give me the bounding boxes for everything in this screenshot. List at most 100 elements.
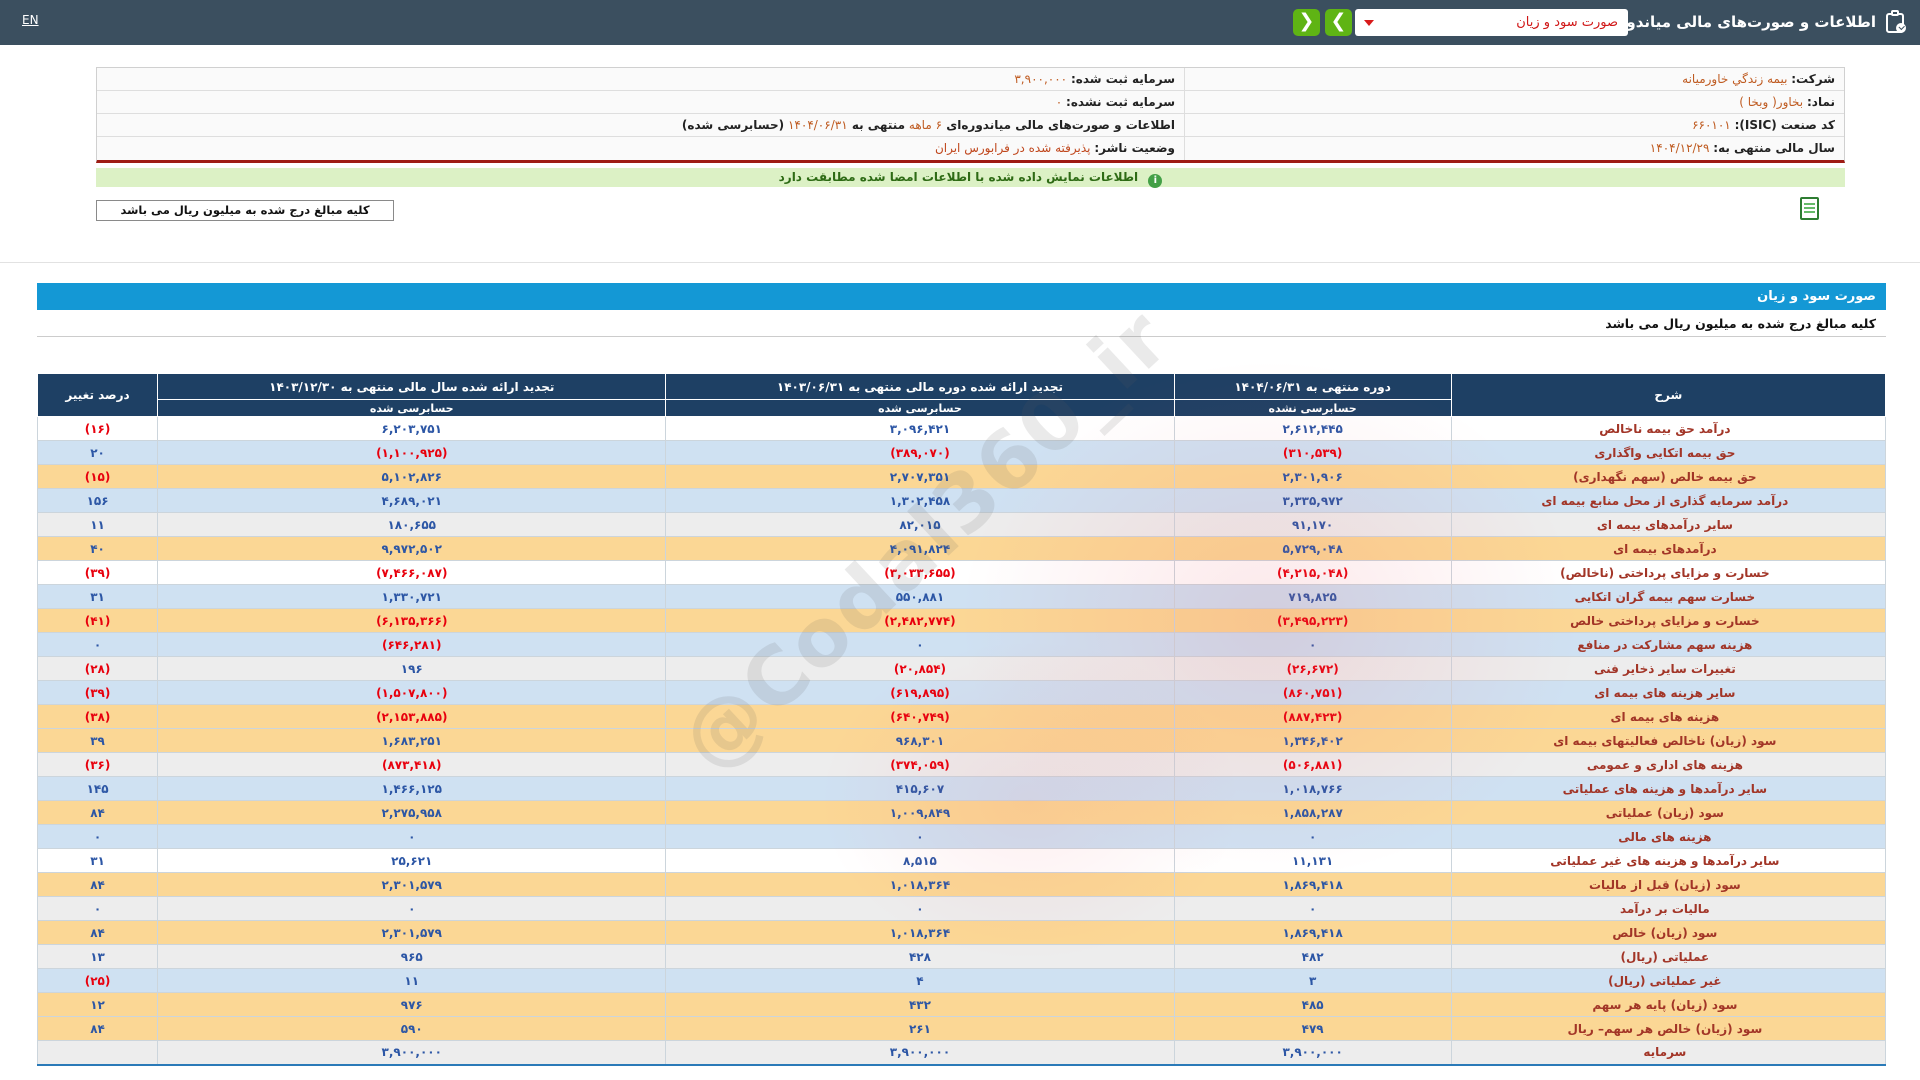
value-restated-year: (۶,۱۳۵,۳۶۶) [157, 608, 667, 633]
row-label: خسارت و مزایای پرداختی (ناخالص) [1450, 560, 1887, 585]
statement-note-row: کلیه مبالغ درج شده به میلیون ریال می باش… [37, 310, 1886, 337]
clipboard-check-icon [1896, 23, 1906, 33]
million-rial-note-box: کلیه مبالغ درج شده به میلیون ریال می باش… [96, 200, 394, 221]
statement-type-select[interactable]: صورت سود و زیان [1355, 9, 1628, 36]
language-en-link[interactable]: EN [22, 13, 39, 27]
value-current-period: ۱,۸۶۹,۴۱۸ [1173, 920, 1452, 945]
value-percent-change: (۳۹) [36, 560, 159, 585]
value-current-period: ۰ [1173, 896, 1452, 921]
header-restated-year: تجدید ارائه شده سال مالی منتهی به ۱۴۰۳/۱… [157, 373, 667, 400]
issuer-status-cell: وضعیت ناشر: پذیرفته شده در فرابورس ایران [97, 137, 1184, 160]
value-restated-year: ۹۶۵ [157, 944, 667, 969]
value-restated-period: ۲۶۱ [665, 1016, 1175, 1041]
million-rial-note-text: کلیه مبالغ درج شده به میلیون ریال می باش… [120, 203, 370, 217]
value-restated-period: (۲۰,۸۵۴) [665, 656, 1175, 681]
issuer-status-value: پذیرفته شده در فرابورس ایران [934, 141, 1091, 155]
header-percent-change: درصد تغییر [36, 373, 159, 417]
value-current-period: ۱۱,۱۳۱ [1173, 848, 1452, 873]
table-row: سود (زیان) خالص ۱,۸۶۹,۴۱۸ ۱,۰۱۸,۳۶۴ ۲,۳۰۱,۵… [36, 920, 1887, 945]
page-title: اطلاعات و صورت‌های مالی میاندوره‌ای [1590, 13, 1876, 31]
income-statement-table-wrap: شرح دوره منتهی به ۱۴۰۴/۰۶/۳۱ تجدید ارائه… [36, 373, 1887, 1066]
value-restated-period: ۱,۰۰۹,۸۴۹ [665, 800, 1175, 825]
income-statement-table: شرح دوره منتهی به ۱۴۰۴/۰۶/۳۱ تجدید ارائه… [36, 373, 1887, 1066]
value-restated-period: ۱,۰۱۸,۳۶۴ [665, 920, 1175, 945]
export-document-icon[interactable] [1800, 197, 1819, 220]
table-row: درآمد سرمایه گذاری از محل منابع بیمه ای ۳… [36, 488, 1887, 513]
value-percent-change: ۰ [36, 896, 159, 921]
isic-value: ۶۶۰۱۰۱ [1692, 118, 1731, 132]
value-restated-period: ۵۵۰,۸۸۱ [665, 584, 1175, 609]
company-value: بیمه زندگي خاورمیانه [1682, 72, 1788, 86]
value-restated-period: ۴۱۵,۶۰۷ [665, 776, 1175, 801]
period-text-2: منتهی به [847, 118, 906, 132]
table-row: درآمد حق بیمه ناخالص ۲,۶۱۲,۴۴۵ ۳,۰۹۶,۴۲۱ ۶,… [36, 416, 1887, 441]
value-restated-period: ۹۶۸,۳۰۱ [665, 728, 1175, 753]
table-row: هزینه سهم مشارکت در منافع ۰ ۰ (۶۴۶,۲۸۱) ۰ [36, 632, 1887, 657]
table-row: هزینه های مالی ۰ ۰ ۰ ۰ [36, 824, 1887, 849]
value-restated-period: ۳,۰۹۶,۴۲۱ [665, 416, 1175, 441]
clipboard-clip [1891, 10, 1899, 16]
value-percent-change: ۸۴ [36, 1016, 159, 1041]
table-row: درآمدهای بیمه ای ۵,۷۲۹,۰۴۸ ۴,۰۹۱,۸۲۴ ۹,۹۷۲,… [36, 536, 1887, 561]
previous-statement-button[interactable]: ❮ [1293, 9, 1320, 36]
value-restated-period: ۴۲۸ [665, 944, 1175, 969]
value-current-period: ۴۸۵ [1173, 992, 1452, 1017]
value-current-period: (۳۱۰,۵۳۹) [1173, 440, 1452, 465]
table-row: خسارت و مزایای پرداختی خالص (۳,۴۹۵,۲۲۳) (۲… [36, 608, 1887, 633]
value-restated-period: (۲,۴۸۲,۷۷۴) [665, 608, 1175, 633]
value-percent-change: ۸۴ [36, 872, 159, 897]
row-label: هزینه های بیمه ای [1450, 704, 1887, 729]
table-row: حق بیمه اتکایی واگذاری (۳۱۰,۵۳۹) (۳۸۹,۰۷۰)… [36, 440, 1887, 465]
period-months-value: ۶ ماهه [908, 118, 943, 132]
value-restated-year: ۹,۹۷۲,۵۰۲ [157, 536, 667, 561]
value-restated-year: ۵۹۰ [157, 1016, 667, 1041]
value-restated-period: ۳,۹۰۰,۰۰۰ [665, 1040, 1175, 1065]
value-current-period: ۳ [1173, 968, 1452, 993]
info-row-1: شرکت: بیمه زندگي خاورمیانه سرمایه ثبت شد… [97, 68, 1844, 91]
row-label: درآمد سرمایه گذاری از محل منابع بیمه ای [1450, 488, 1887, 513]
table-row: سایر درآمدها و هزینه های غیر عملیاتی ۱۱,۱… [36, 848, 1887, 873]
table-row: تغییرات سایر ذخایر فنی (۲۶,۶۷۲) (۲۰,۸۵۴) ۱۹… [36, 656, 1887, 681]
value-percent-change: ۳۱ [36, 584, 159, 609]
statement-title: صورت سود و زیان [1757, 289, 1876, 304]
table-row: خسارت سهم بیمه گران اتکایی ۷۱۹,۸۲۵ ۵۵۰,۸۸۱… [36, 584, 1887, 609]
row-label: سود (زیان) عملیاتی [1450, 800, 1887, 825]
company-label: شرکت: [1791, 72, 1835, 86]
row-label: حق بیمه خالص (سهم نگهداری) [1450, 464, 1887, 489]
registered-capital-value: ۳,۹۰۰,۰۰۰ [1014, 72, 1068, 86]
value-restated-year: ۶,۲۰۳,۷۵۱ [157, 416, 667, 441]
row-label: سود (زیان) خالص هر سهم– ریال [1450, 1016, 1887, 1041]
row-label: غیر عملیاتی (ریال) [1450, 968, 1887, 993]
table-row: غیر عملیاتی (ریال) ۳ ۴ ۱۱ (۲۵) [36, 968, 1887, 993]
value-restated-period: ۴ [665, 968, 1175, 993]
signed-data-banner-text: اطلاعات نمایش داده شده با اطلاعات امضا ش… [778, 170, 1139, 184]
value-percent-change: ۳۱ [36, 848, 159, 873]
value-restated-period: ۴,۰۹۱,۸۲۴ [665, 536, 1175, 561]
value-percent-change: (۳۹) [36, 680, 159, 705]
value-current-period: ۲,۶۱۲,۴۴۵ [1173, 416, 1452, 441]
symbol-cell: نماد: بخاور( وبخا ) [1184, 91, 1844, 113]
value-restated-year: (۱,۵۰۷,۸۰۰) [157, 680, 667, 705]
value-restated-year: (۸۷۳,۴۱۸) [157, 752, 667, 777]
value-current-period: ۱,۸۶۹,۴۱۸ [1173, 872, 1452, 897]
value-percent-change: ۲۰ [36, 440, 159, 465]
value-restated-year: ۲۵,۶۲۱ [157, 848, 667, 873]
table-row: خسارت و مزایای پرداختی (ناخالص) (۴,۲۱۵,۰۴… [36, 560, 1887, 585]
row-label: درآمد حق بیمه ناخالص [1450, 416, 1887, 441]
chevron-down-icon [1364, 20, 1374, 26]
statement-note-text: کلیه مبالغ درج شده به میلیون ریال می باش… [1605, 316, 1876, 331]
row-label: تغییرات سایر ذخایر فنی [1450, 656, 1887, 681]
header-desc: شرح [1450, 373, 1887, 417]
next-statement-button[interactable]: ❯ [1325, 9, 1352, 36]
value-percent-change: (۳۸) [36, 704, 159, 729]
header-divider [0, 262, 1920, 263]
period-date-value: ۱۴۰۴/۰۶/۳۱ [787, 118, 848, 132]
value-percent-change: ۰ [36, 632, 159, 657]
value-restated-year: ۲,۳۰۱,۵۷۹ [157, 920, 667, 945]
row-label: سرمایه [1450, 1040, 1887, 1065]
row-label: هزینه سهم مشارکت در منافع [1450, 632, 1887, 657]
value-restated-year: ۱,۶۸۳,۲۵۱ [157, 728, 667, 753]
value-percent-change: (۲۸) [36, 656, 159, 681]
row-label: حق بیمه اتکایی واگذاری [1450, 440, 1887, 465]
row-label: سایر درآمدهای بیمه ای [1450, 512, 1887, 537]
